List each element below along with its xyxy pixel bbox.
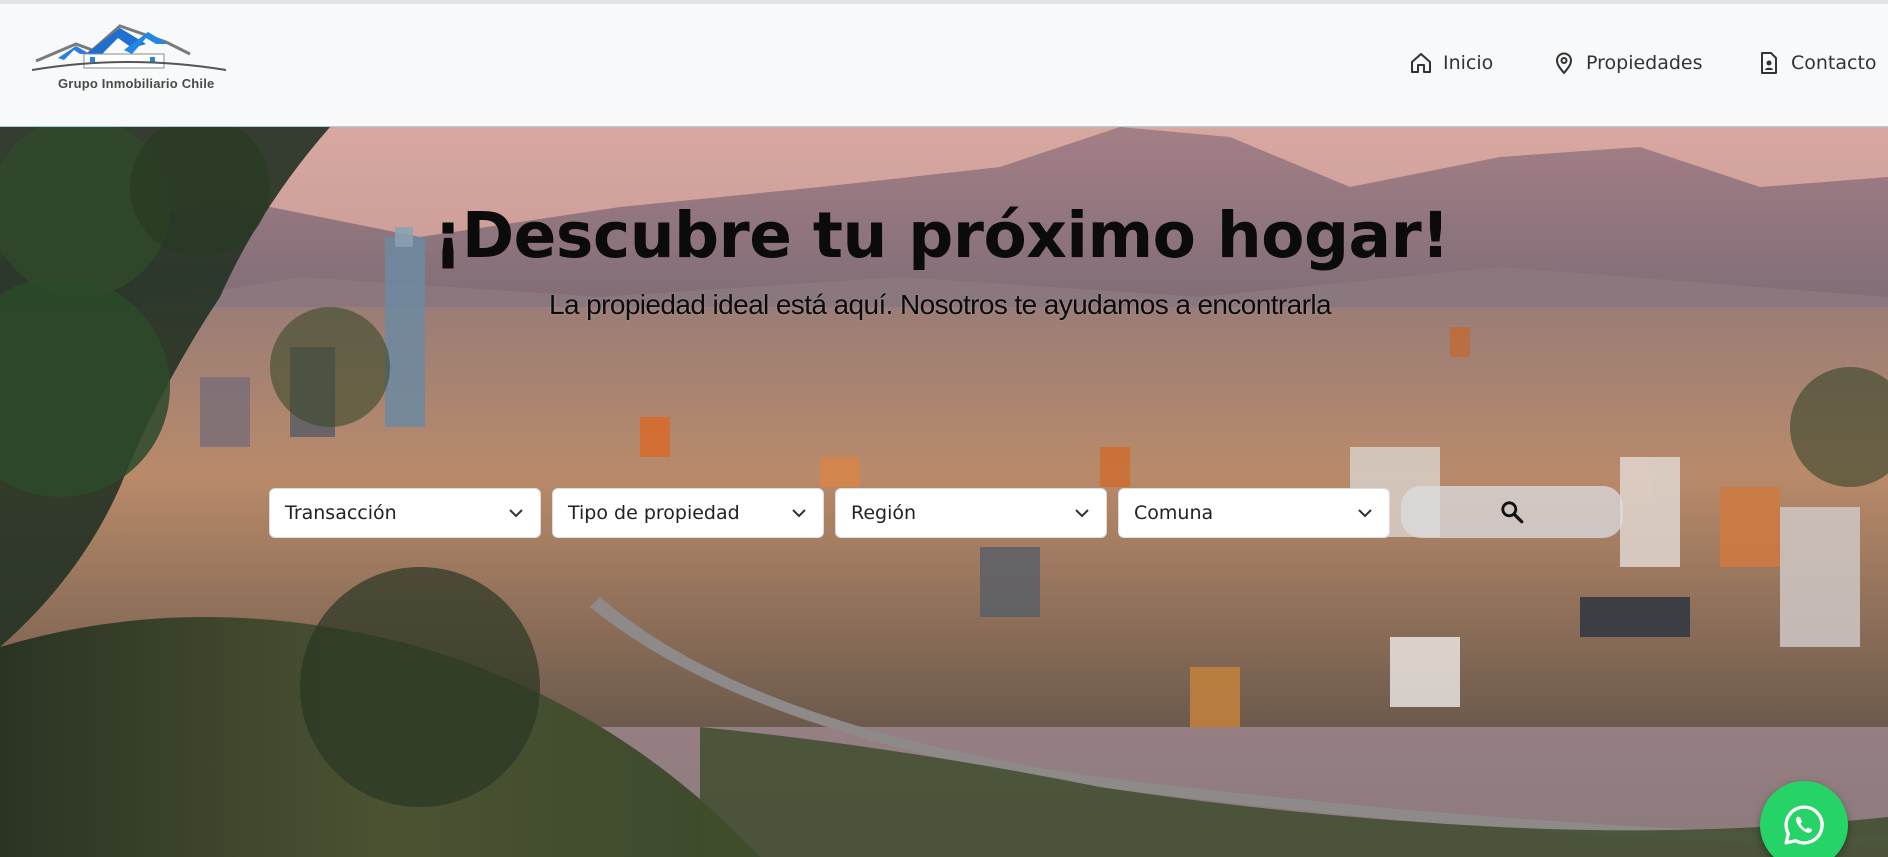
nav-propiedades-label: Propiedades	[1586, 52, 1703, 74]
search-button[interactable]	[1401, 486, 1623, 538]
whatsapp-icon	[1784, 805, 1824, 845]
hero-title-wrapper: ¡Descubre tu próximo hogar!	[0, 199, 1888, 272]
nav-inicio[interactable]: Inicio	[1409, 48, 1493, 78]
home-icon	[1411, 53, 1431, 73]
property-search-bar: Transacción Tipo de propiedad Región Com…	[263, 478, 1627, 544]
tipo-propiedad-select[interactable]: Tipo de propiedad	[552, 488, 824, 538]
navbar: Grupo Inmobiliario Chile Inicio Propieda…	[0, 4, 1888, 127]
chevron-down-icon	[792, 509, 806, 518]
search-icon	[1501, 501, 1524, 524]
document-contact-icon	[1761, 52, 1777, 74]
transaccion-select-value: Transacción	[285, 502, 397, 524]
nav-contacto[interactable]: Contacto	[1757, 48, 1877, 78]
nav-contacto-label: Contacto	[1791, 52, 1877, 74]
tipo-propiedad-select-value: Tipo de propiedad	[568, 502, 740, 524]
logo-text: Grupo Inmobiliario Chile	[58, 76, 215, 91]
brand-logo[interactable]: Grupo Inmobiliario Chile	[28, 14, 230, 91]
map-pin-icon	[1556, 52, 1572, 74]
hero-title: ¡Descubre tu próximo hogar!	[433, 199, 1450, 272]
region-select[interactable]: Región	[835, 488, 1107, 538]
transaccion-select[interactable]: Transacción	[269, 488, 541, 538]
hero-section: ¡Descubre tu próximo hogar! La propiedad…	[0, 127, 1888, 857]
comuna-select-value: Comuna	[1134, 502, 1214, 524]
comuna-select[interactable]: Comuna	[1118, 488, 1390, 538]
nav-inicio-label: Inicio	[1443, 52, 1494, 74]
chevron-down-icon	[1358, 509, 1372, 518]
chevron-down-icon	[509, 509, 523, 518]
hero-subtitle: La propiedad ideal está aquí. Nosotros t…	[549, 289, 1332, 320]
hero-subtitle-wrapper: La propiedad ideal está aquí. Nosotros t…	[0, 289, 1888, 321]
region-select-value: Región	[851, 502, 917, 524]
nav-propiedades[interactable]: Propiedades	[1552, 48, 1703, 78]
chevron-down-icon	[1075, 509, 1089, 518]
